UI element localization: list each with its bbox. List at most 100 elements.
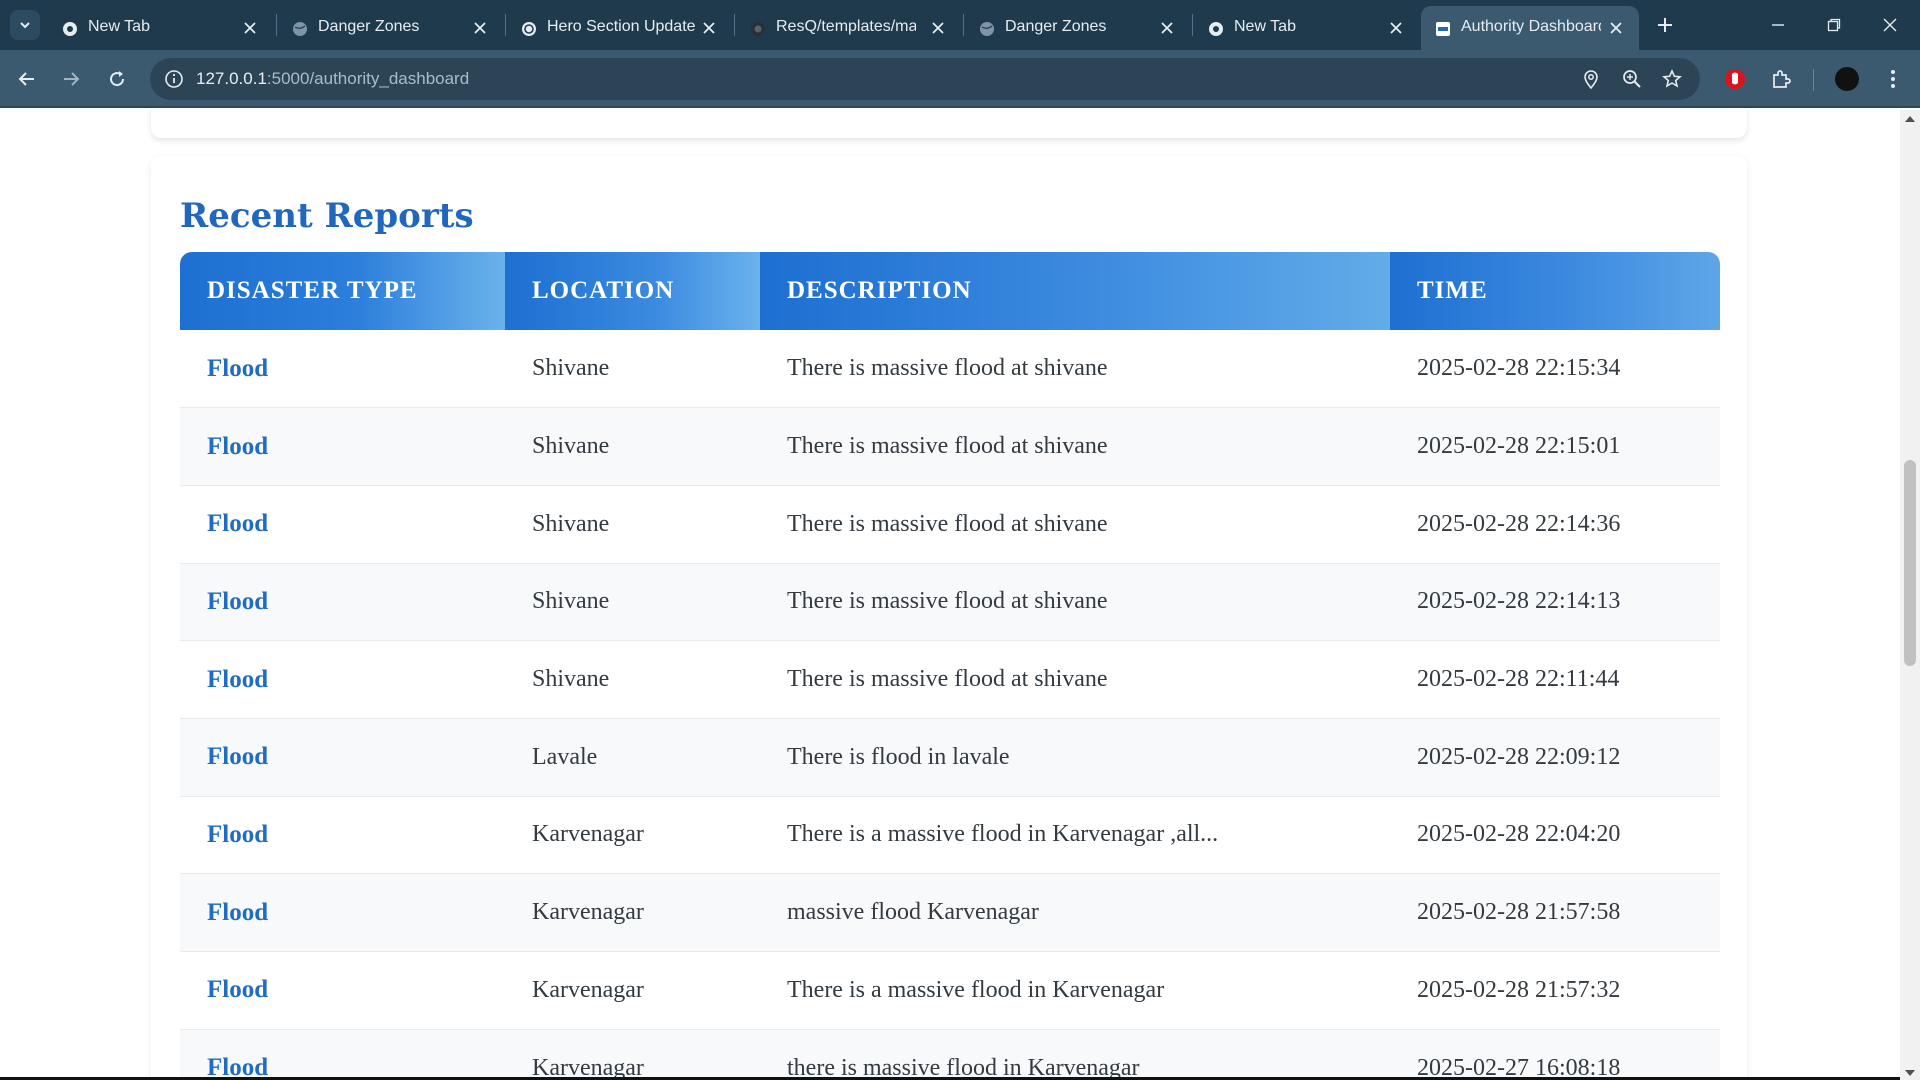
tab-danger-zones-1[interactable]: Danger Zones [278,6,503,50]
cell-time: 2025-02-28 22:15:01 [1390,407,1720,486]
cell-disaster-type: Flood [180,951,505,1030]
close-window-button[interactable] [1874,10,1906,40]
cell-disaster-type: Flood [180,1029,505,1080]
menu-kebab-icon[interactable] [1878,64,1908,94]
plus-icon [1658,18,1672,32]
cell-description: There is massive flood at shivane [760,563,1390,642]
tab-hero-section-update[interactable]: Hero Section Update [507,6,732,50]
cell-description: There is massive flood at shivane [760,640,1390,719]
table-row: Flood Lavale There is flood in lavale 20… [180,718,1720,797]
close-tab-icon[interactable] [1387,19,1405,37]
location-pin-icon[interactable] [1580,68,1602,90]
cell-location: Shivane [505,640,760,719]
page-scrollbar[interactable] [1900,110,1920,1080]
info-icon[interactable] [164,69,184,89]
table-body: Flood Shivane There is massive flood at … [180,330,1720,1080]
forward-button[interactable] [56,64,86,94]
cell-disaster-type: Flood [180,563,505,642]
cell-disaster-type: Flood [180,640,505,719]
cell-description: There is a massive flood in Karvenagar [760,951,1390,1030]
scroll-up-arrow-icon[interactable] [1905,116,1915,122]
cell-time: 2025-02-27 16:08:18 [1390,1029,1720,1080]
tab-danger-zones-2[interactable]: Danger Zones [965,6,1190,50]
cell-time: 2025-02-28 21:57:58 [1390,873,1720,952]
url-path: :5000/authority_dashboard [266,69,470,88]
tab-title: Danger Zones [318,18,420,35]
cell-location: Karvenagar [505,951,760,1030]
tab-separator [276,14,277,36]
globe-icon [293,22,307,36]
tab-title: Authority Dashboard [1461,18,1601,35]
browser-toolbar: 127.0.0.1:5000/authority_dashboard [0,50,1920,108]
arrow-left-icon [18,72,34,86]
cell-disaster-type: Flood [180,330,505,409]
tab-title: New Tab [88,18,150,35]
globe-icon [980,22,994,36]
tab-title: New Tab [1234,18,1296,35]
column-header-description: DESCRIPTION [760,252,1390,330]
tab-separator [505,14,506,36]
url-text: 127.0.0.1:5000/authority_dashboard [196,69,469,89]
new-tab-button[interactable] [1652,12,1678,38]
cell-time: 2025-02-28 21:57:32 [1390,951,1720,1030]
table-row: Flood Shivane There is massive flood at … [180,640,1720,719]
profile-avatar[interactable] [1832,64,1862,94]
bookmark-star-icon[interactable] [1661,68,1683,90]
close-tab-icon[interactable] [1158,19,1176,37]
cell-description: There is a massive flood in Karvenagar ,… [760,796,1390,875]
tab-authority-dashboard[interactable]: Authority Dashboard [1421,6,1639,50]
column-header-disaster-type: DISASTER TYPE [180,252,505,330]
github-icon [751,22,765,36]
table-row: Flood Karvenagar there is massive flood … [180,1029,1720,1080]
chevron-down-icon [20,22,30,29]
cell-description: There is flood in lavale [760,718,1390,797]
recent-reports-card: Recent Reports DISASTER TYPE LOCATION DE… [151,156,1747,1080]
tab-title: Danger Zones [1005,18,1107,35]
tab-title: Hero Section Update [547,18,696,35]
cell-time: 2025-02-28 22:14:36 [1390,485,1720,564]
back-button[interactable] [12,64,42,94]
cell-description: There is massive flood at shivane [760,330,1390,409]
scrollbar-thumb[interactable] [1904,460,1916,666]
cell-time: 2025-02-28 22:04:20 [1390,796,1720,875]
previous-section-card [151,110,1747,138]
cell-location: Shivane [505,330,760,409]
cell-location: Karvenagar [505,796,760,875]
chrome-icon [1209,22,1223,36]
table-row: Flood Shivane There is massive flood at … [180,407,1720,486]
minimize-button[interactable] [1762,10,1794,40]
extension-red-icon[interactable] [1720,64,1750,94]
cell-disaster-type: Flood [180,873,505,952]
resq-icon [1436,22,1450,36]
cell-time: 2025-02-28 22:15:34 [1390,330,1720,409]
close-tab-icon[interactable] [471,19,489,37]
chrome-icon [63,22,77,36]
cell-description: There is massive flood at shivane [760,485,1390,564]
cell-disaster-type: Flood [180,407,505,486]
zoom-icon[interactable] [1621,68,1643,90]
tab-title: ResQ/templates/map [776,18,916,35]
cell-disaster-type: Flood [180,718,505,797]
tab-new-tab-1[interactable]: New Tab [48,6,273,50]
close-tab-icon[interactable] [929,19,947,37]
minimize-icon [1772,24,1784,26]
extensions-puzzle-icon[interactable] [1766,64,1796,94]
tab-new-tab-2[interactable]: New Tab [1194,6,1419,50]
cell-location: Lavale [505,718,760,797]
url-host: 127.0.0.1 [196,69,267,88]
cell-description: massive flood Karvenagar [760,873,1390,952]
cell-location: Shivane [505,563,760,642]
close-tab-icon[interactable] [1607,19,1625,37]
address-bar[interactable]: 127.0.0.1:5000/authority_dashboard [150,58,1700,100]
cell-disaster-type: Flood [180,485,505,564]
tab-github-resq[interactable]: ResQ/templates/map [736,6,961,50]
close-tab-icon[interactable] [241,19,259,37]
close-tab-icon[interactable] [700,19,718,37]
tab-search-button[interactable] [10,10,40,40]
scroll-down-arrow-icon[interactable] [1905,1070,1915,1076]
tab-strip: New Tab Danger Zones Hero Section Update… [0,0,1920,50]
restore-button[interactable] [1818,10,1850,40]
cell-location: Karvenagar [505,873,760,952]
table-row: Flood Shivane There is massive flood at … [180,485,1720,564]
reload-button[interactable] [102,64,132,94]
